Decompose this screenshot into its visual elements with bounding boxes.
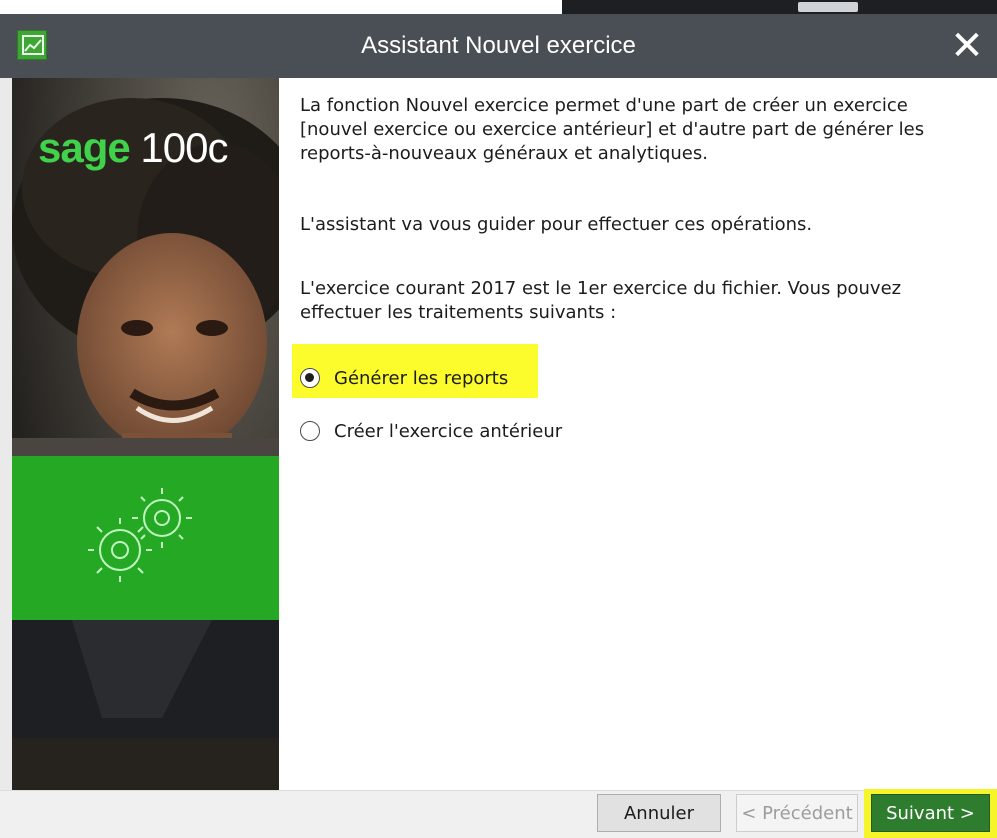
- logo-sage-text: sage: [38, 124, 131, 171]
- wizard-side-image: [12, 78, 279, 790]
- radio-label-generer: Générer les reports: [334, 367, 509, 389]
- radio-label-creer: Créer l'exercice antérieur: [334, 420, 563, 442]
- previous-button[interactable]: < Précédent: [736, 794, 858, 832]
- radio-creer-exercice-anterieur[interactable]: Créer l'exercice antérieur: [300, 418, 562, 444]
- intro-text: La fonction Nouvel exercice permet d'une…: [300, 95, 925, 164]
- dialog-left-border: [0, 78, 12, 790]
- radio-unchecked-icon[interactable]: [300, 421, 320, 441]
- sage-logo: sage 100c: [38, 124, 228, 172]
- background-window-strip: [562, 0, 997, 14]
- radio-generer-reports[interactable]: Générer les reports: [300, 365, 508, 391]
- portrait-illustration: [12, 78, 279, 790]
- window-title: Assistant Nouvel exercice: [361, 32, 636, 59]
- cancel-button[interactable]: Annuler: [597, 794, 721, 832]
- next-button[interactable]: Suivant >: [871, 794, 990, 832]
- background-window-label: [798, 2, 858, 12]
- logo-version-text: 100c: [140, 124, 228, 171]
- close-button[interactable]: ✕: [937, 14, 997, 78]
- close-icon: ✕: [950, 23, 984, 69]
- status-text: L'exercice courant 2017 est le 1er exerc…: [300, 278, 902, 323]
- background-window-area: [0, 0, 562, 14]
- radio-checked-icon[interactable]: [300, 368, 320, 388]
- guide-text: L'assistant va vous guider pour effectue…: [300, 214, 813, 235]
